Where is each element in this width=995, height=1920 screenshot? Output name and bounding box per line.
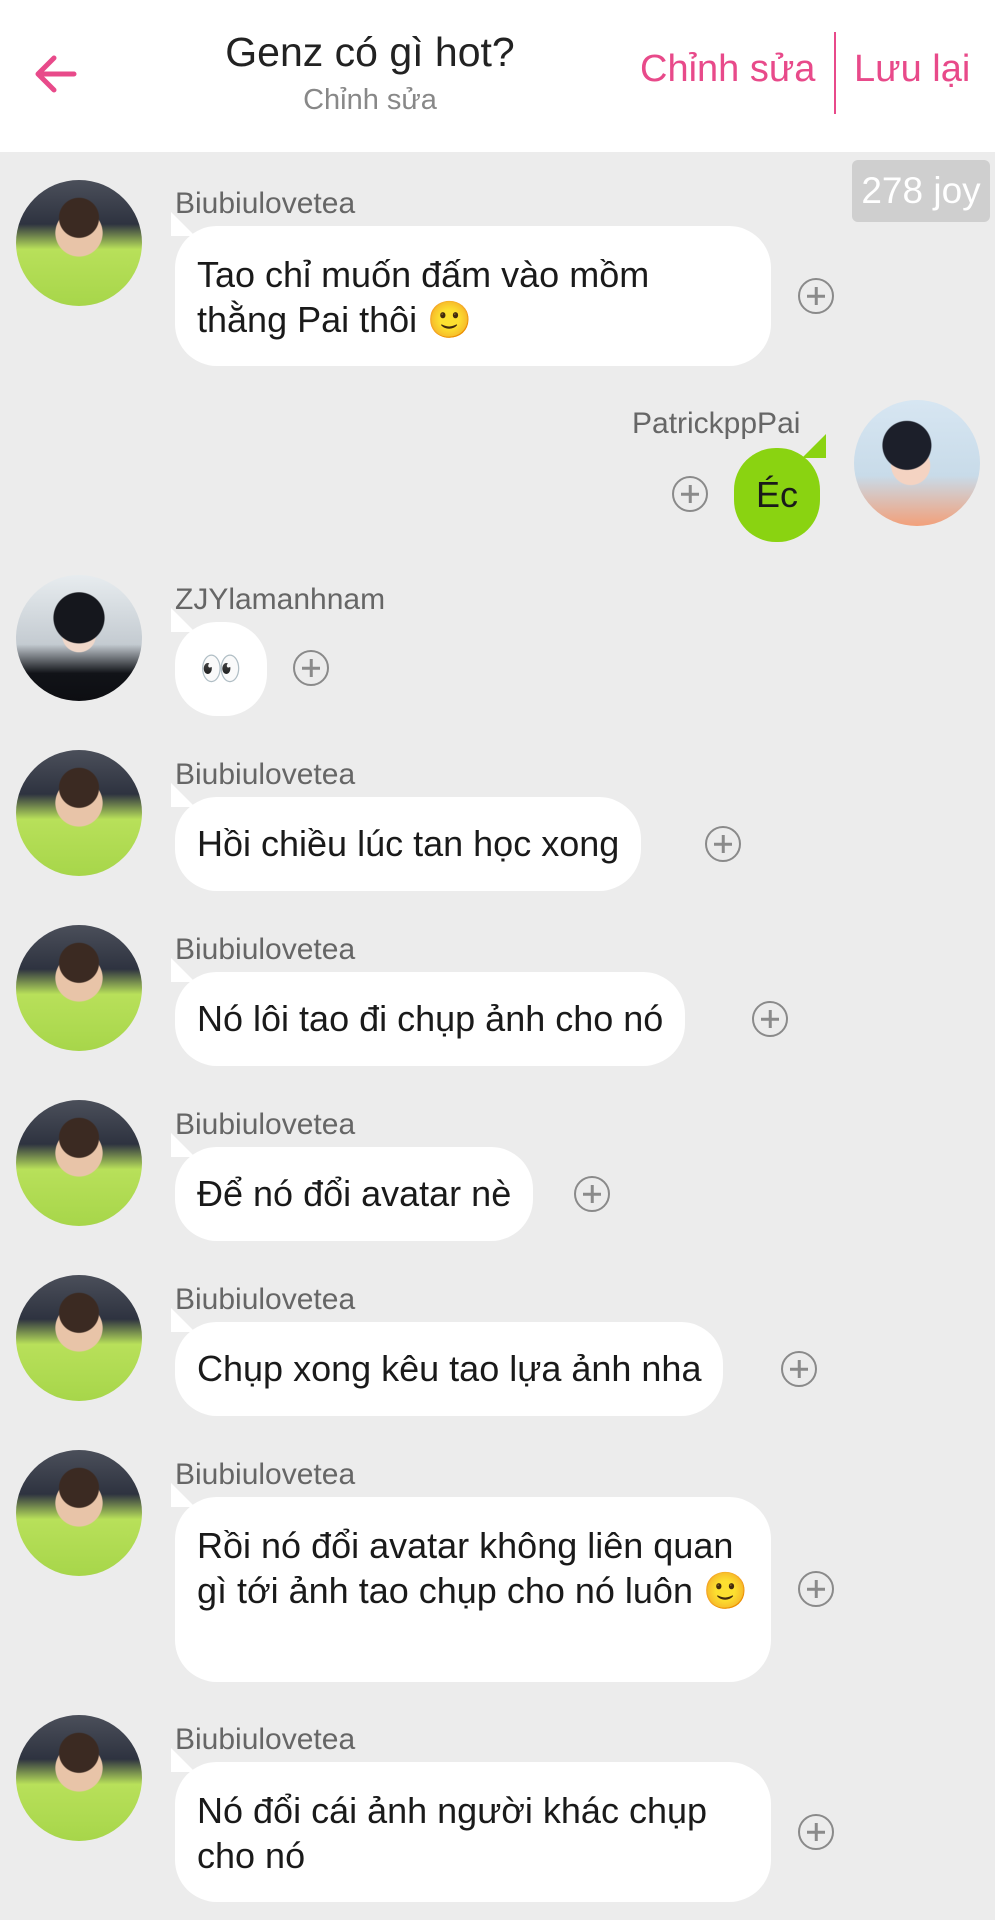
arrow-left-icon bbox=[35, 55, 77, 93]
avatar[interactable] bbox=[854, 400, 980, 526]
message-bubble[interactable]: Nó đổi cái ảnh người khác chụp cho nó bbox=[175, 1762, 771, 1902]
save-button[interactable]: Lưu lại bbox=[854, 48, 970, 91]
title-block: Genz có gì hot? Chỉnh sửa bbox=[120, 24, 620, 120]
plus-circle-icon[interactable] bbox=[798, 278, 834, 314]
sender-name: Biubiulovetea bbox=[175, 933, 356, 966]
avatar[interactable] bbox=[16, 925, 142, 1051]
sender-name: Biubiulovetea bbox=[175, 1458, 356, 1491]
sender-name: ZJYlamanhnam bbox=[175, 583, 386, 616]
message-bubble[interactable]: Nó lôi tao đi chụp ảnh cho nó bbox=[175, 972, 686, 1066]
message-bubble[interactable]: 👀 bbox=[175, 622, 267, 716]
avatar[interactable] bbox=[16, 1100, 142, 1226]
avatar[interactable] bbox=[16, 180, 142, 306]
sender-name: Biubiulovetea bbox=[175, 187, 356, 220]
sender-name: PatrickppPai bbox=[632, 407, 801, 440]
avatar[interactable] bbox=[16, 1275, 142, 1401]
message-bubble[interactable]: Hồi chiều lúc tan học xong bbox=[175, 797, 642, 891]
header-divider bbox=[834, 32, 836, 114]
plus-circle-icon[interactable] bbox=[574, 1176, 610, 1212]
sender-name: Biubiulovetea bbox=[175, 758, 356, 791]
message-bubble[interactable]: Tao chỉ muốn đấm vào mồm thằng Pai thôi … bbox=[175, 226, 771, 366]
plus-circle-icon[interactable] bbox=[781, 1351, 817, 1387]
avatar[interactable] bbox=[16, 750, 142, 876]
plus-circle-icon[interactable] bbox=[752, 1001, 788, 1037]
page-title: Genz có gì hot? bbox=[225, 29, 515, 75]
plus-circle-icon[interactable] bbox=[798, 1814, 834, 1850]
plus-circle-icon[interactable] bbox=[798, 1571, 834, 1607]
message-bubble[interactable]: Éc bbox=[734, 448, 820, 542]
sender-name: Biubiulovetea bbox=[175, 1108, 356, 1141]
avatar[interactable] bbox=[16, 1715, 142, 1841]
edit-button[interactable]: Chỉnh sửa bbox=[640, 48, 815, 91]
avatar[interactable] bbox=[16, 1450, 142, 1576]
page-subtitle: Chỉnh sửa bbox=[303, 84, 437, 116]
sender-name: Biubiulovetea bbox=[175, 1283, 356, 1316]
plus-circle-icon[interactable] bbox=[705, 826, 741, 862]
sender-name: Biubiulovetea bbox=[175, 1723, 356, 1756]
avatar[interactable] bbox=[16, 575, 142, 701]
joy-count-badge: 278 joy bbox=[852, 160, 990, 222]
message-bubble[interactable]: Chụp xong kêu tao lựa ảnh nha bbox=[175, 1322, 724, 1416]
header-bar: Genz có gì hot? Chỉnh sửa Chỉnh sửa Lưu … bbox=[0, 0, 995, 152]
message-bubble[interactable]: Để nó đổi avatar nè bbox=[175, 1147, 534, 1241]
plus-circle-icon[interactable] bbox=[672, 476, 708, 512]
plus-circle-icon[interactable] bbox=[293, 650, 329, 686]
back-button[interactable] bbox=[28, 38, 92, 110]
message-bubble[interactable]: Rồi nó đổi avatar không liên quan gì tới… bbox=[175, 1497, 771, 1682]
